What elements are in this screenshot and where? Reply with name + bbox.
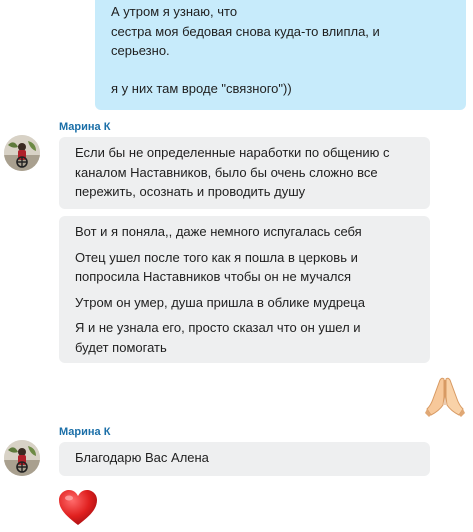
avatar[interactable] — [4, 135, 40, 171]
message-text: сестра моя бедовая снова куда-то влипла,… — [111, 23, 380, 39]
message-text: Отец ушел после того как я пошла в церко… — [75, 248, 416, 287]
message-text: Утром он умер, душа пришла в облике мудр… — [75, 294, 365, 310]
message-line: Я и не узнала его, просто сказал что он … — [75, 320, 361, 335]
avatar-photo — [4, 440, 40, 476]
sender-name[interactable]: Марина К — [59, 426, 110, 438]
message-line: попросила Наставников чтобы он не мучалс… — [75, 269, 352, 284]
message-text: Я и не узнала его, просто сказал что он … — [75, 318, 416, 357]
message-line: пережить, осознать и проводить душу — [75, 184, 306, 199]
incoming-message[interactable]: Если бы не определенные наработки по общ… — [59, 137, 430, 209]
message-text: Благодарю Вас Алена — [75, 450, 209, 465]
message-text: я у них там вроде "связного")) — [111, 80, 292, 96]
red-heart-icon[interactable] — [58, 489, 98, 532]
praying-hands-icon — [425, 377, 465, 417]
message-gap — [111, 61, 452, 79]
message-line: каналом Наставников, было бы очень сложн… — [75, 164, 378, 180]
praying-hands-icon[interactable] — [425, 375, 465, 422]
message-text: Если бы не определенные наработки по общ… — [75, 143, 416, 202]
red-heart-icon — [59, 490, 97, 525]
message-line: Отец ушел после того как я пошла в церко… — [75, 249, 358, 265]
message-text: А утром я узнаю, что — [111, 4, 238, 19]
avatar-photo — [4, 135, 40, 171]
incoming-message[interactable]: Вот и я поняла,, даже немного испугалась… — [59, 216, 430, 363]
incoming-message[interactable]: Благодарю Вас Алена — [59, 442, 430, 476]
avatar[interactable] — [4, 440, 40, 476]
outgoing-message[interactable]: А утром я узнаю, что сестра моя бедовая … — [95, 0, 466, 110]
message-line: Если бы не определенные наработки по общ… — [75, 145, 390, 160]
message-text: Вот и я поняла,, даже немного испугалась… — [75, 224, 362, 239]
message-line: будет помогать — [75, 339, 167, 355]
message-text: серьезно. — [111, 43, 170, 58]
sender-name[interactable]: Марина К — [59, 121, 110, 133]
